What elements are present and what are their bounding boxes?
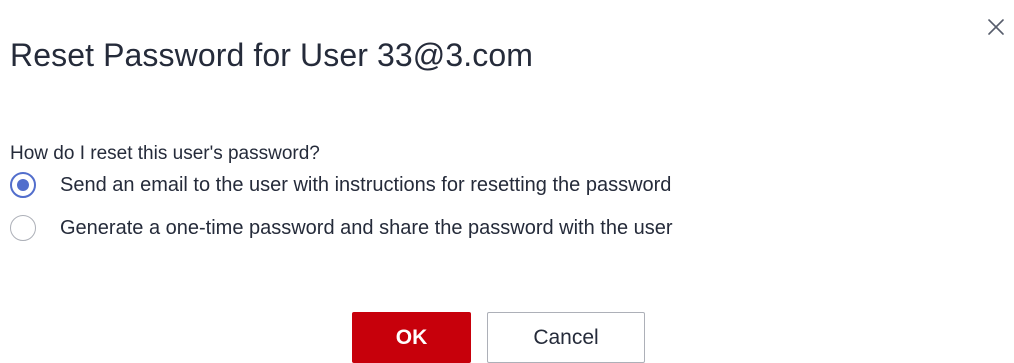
option-send-email-label: Send an email to the user with instructi… bbox=[60, 173, 672, 196]
reset-method-question: How do I reset this user's password? bbox=[10, 143, 320, 164]
close-button[interactable] bbox=[982, 13, 1010, 41]
close-icon bbox=[986, 17, 1006, 37]
option-send-email[interactable]: Send an email to the user with instructi… bbox=[10, 172, 671, 198]
radio-one-time-password[interactable] bbox=[10, 215, 36, 241]
option-one-time-password[interactable]: Generate a one-time password and share t… bbox=[10, 215, 673, 241]
ok-button[interactable]: OK bbox=[352, 312, 471, 363]
dialog-title: Reset Password for User 33@3.com bbox=[10, 37, 533, 73]
cancel-button[interactable]: Cancel bbox=[487, 312, 645, 363]
option-one-time-password-label: Generate a one-time password and share t… bbox=[60, 216, 673, 239]
radio-send-email[interactable] bbox=[10, 172, 36, 198]
reset-password-dialog: Reset Password for User 33@3.com How do … bbox=[0, 0, 1014, 363]
